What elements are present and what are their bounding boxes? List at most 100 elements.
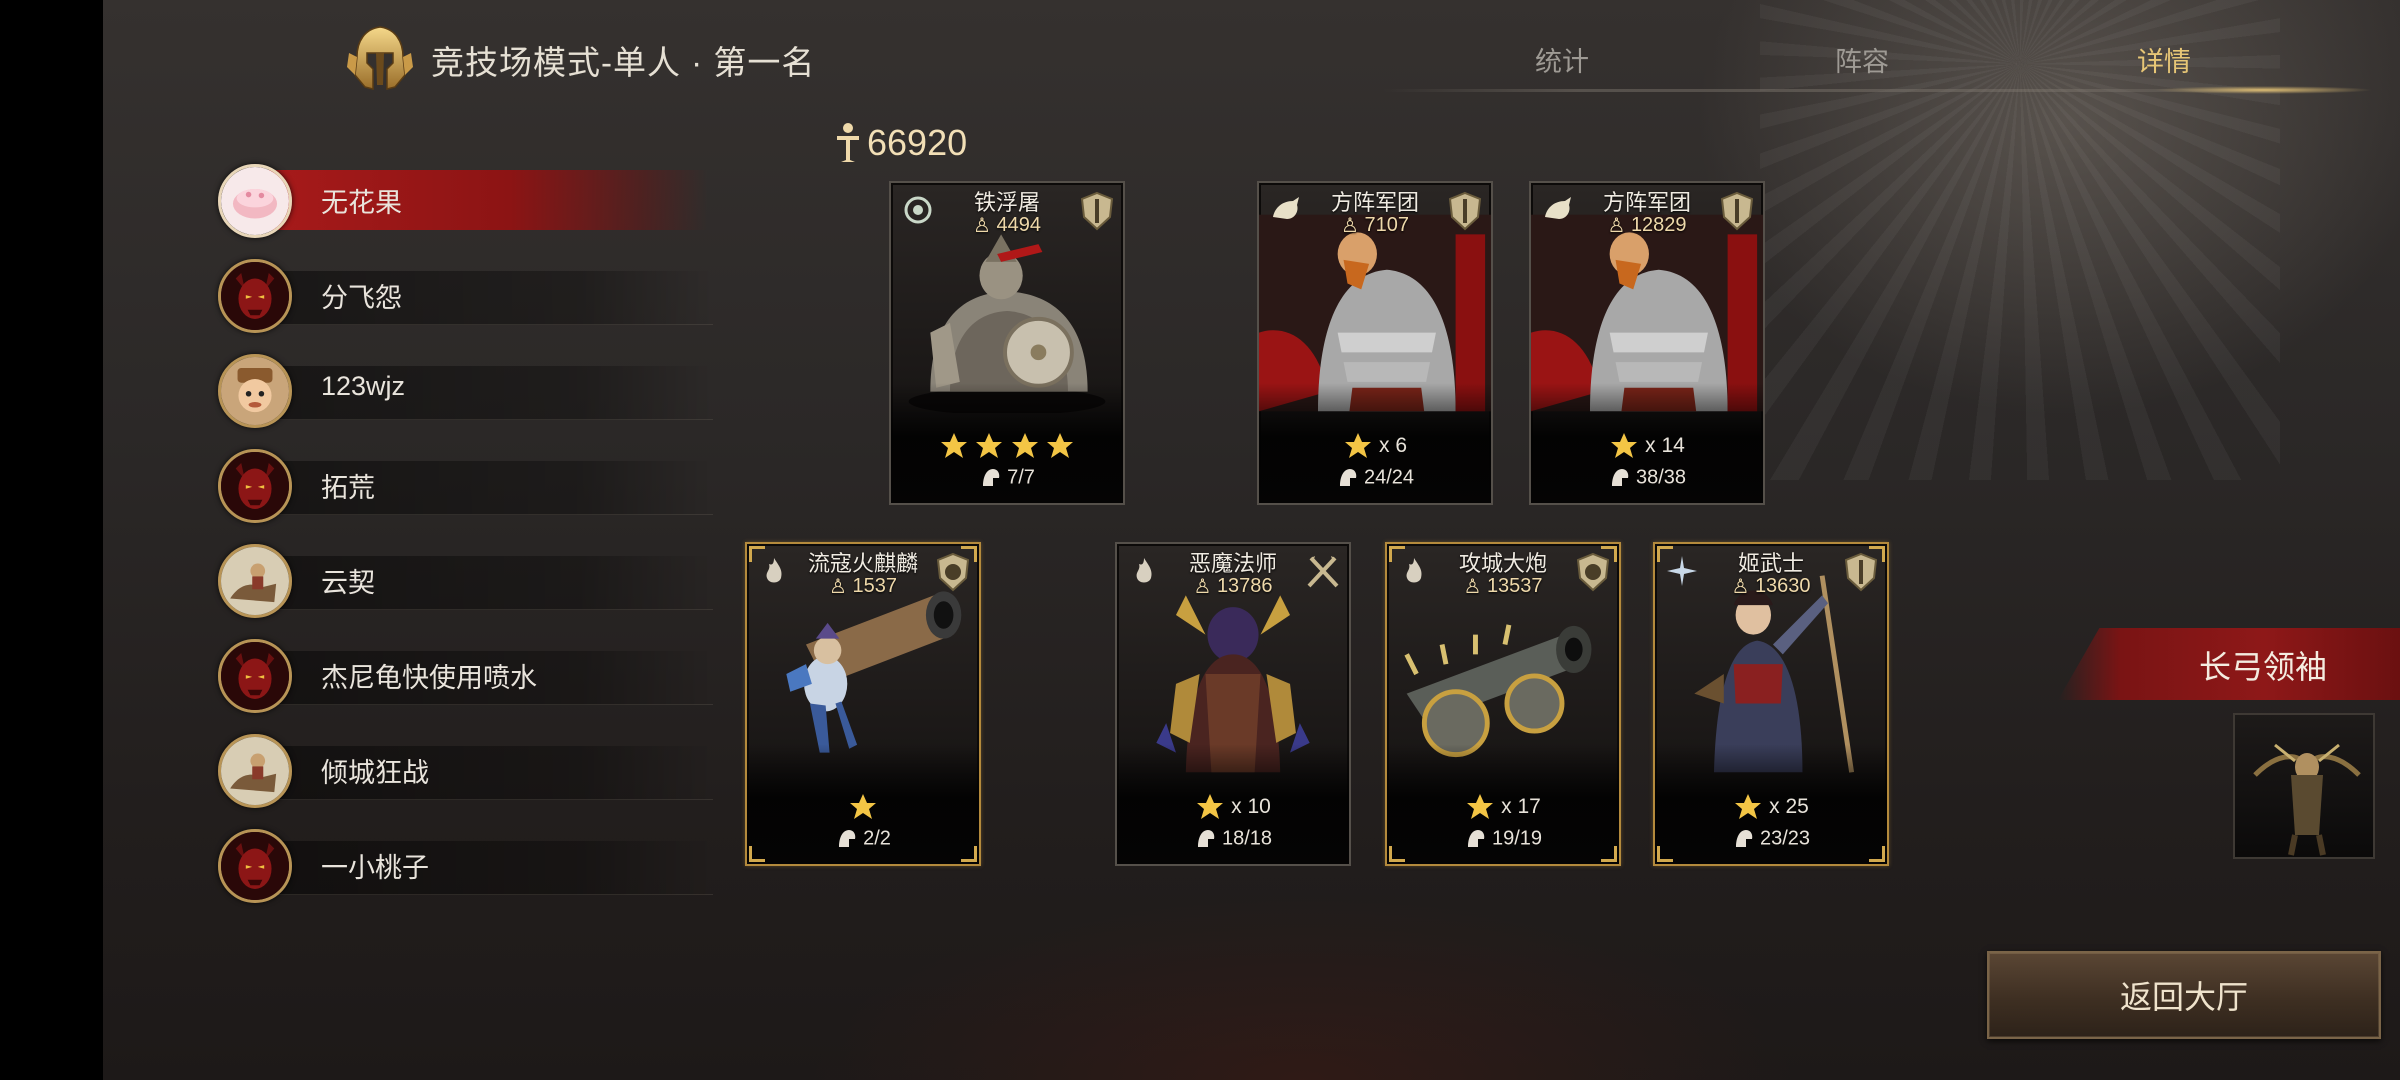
- unit-troops: 2/2: [747, 827, 979, 851]
- star-icon: [976, 433, 1003, 458]
- player-name: 123wjz: [321, 371, 406, 401]
- unit-stars: x 6: [1259, 431, 1491, 461]
- player-name: 拓荒: [321, 473, 375, 503]
- unit-power: ♙ 4494: [891, 213, 1123, 238]
- player-row-3[interactable]: 123wjz: [218, 348, 738, 428]
- unit-troops-value: 19/19: [1491, 827, 1543, 850]
- unit-stars: [891, 431, 1123, 461]
- unit-stars: x 25: [1655, 792, 1887, 822]
- star-icon: [850, 794, 876, 819]
- soldier-helmet-icon: [839, 830, 856, 847]
- unit-troops-value: 24/24: [1363, 466, 1415, 489]
- star-icon: [1197, 794, 1224, 819]
- soldier-helmet-icon: [983, 469, 1000, 486]
- unit-troops-value: 23/23: [1759, 827, 1811, 850]
- star-multiplier: x 10: [1231, 795, 1271, 818]
- unit-power-value: 4494: [996, 214, 1042, 236]
- player-name: 倾城狂战: [321, 758, 429, 788]
- total-power-value: 66920: [867, 122, 968, 163]
- player-row-5[interactable]: 云契: [218, 538, 738, 618]
- unit-troops-value: 7/7: [1007, 466, 1035, 489]
- player-row-4[interactable]: 拓荒: [218, 443, 738, 523]
- star-icon: [1611, 433, 1638, 458]
- page-title: 竞技场模式-单人 · 第一名: [431, 44, 816, 81]
- soldier-helmet-icon: [1611, 469, 1629, 486]
- unit-troops: 7/7: [891, 466, 1123, 490]
- unit-card-2[interactable]: 方阵军团 ♙ 7107 x 6 24/24: [1257, 181, 1493, 505]
- unit-troops: 38/38: [1531, 466, 1763, 490]
- unit-troops: 24/24: [1259, 466, 1491, 490]
- star-icon: [1011, 433, 1038, 458]
- power-icon: ♙: [829, 576, 847, 598]
- active-tab-indicator: [2153, 86, 2373, 94]
- unit-power: ♙ 12829: [1531, 213, 1763, 238]
- tab-details[interactable]: 详情: [2137, 40, 2191, 79]
- soldier-helmet-icon: [1197, 830, 1215, 847]
- avatar: [218, 449, 292, 523]
- power-icon: [837, 123, 859, 162]
- power-icon: ♙: [1731, 576, 1750, 598]
- avatar: [218, 829, 292, 903]
- soldier-helmet-icon: [1467, 830, 1485, 847]
- star-icon: [1344, 433, 1371, 458]
- player-row-7[interactable]: 倾城狂战: [218, 728, 738, 808]
- unit-power-value: 13786: [1216, 575, 1273, 597]
- unit-troops: 18/18: [1117, 827, 1349, 851]
- star-multiplier: x 6: [1378, 434, 1407, 457]
- unit-stars: [747, 792, 979, 822]
- unit-power-value: 12829: [1630, 214, 1687, 236]
- longbow-leader-art: [2253, 743, 2361, 856]
- unit-power-value: 1537: [852, 575, 898, 597]
- player-name: 云契: [321, 568, 375, 598]
- star-multiplier: x 14: [1645, 434, 1685, 457]
- player-name: 无花果: [321, 188, 402, 218]
- player-name: 一小桃子: [321, 853, 429, 883]
- soldier-helmet-icon: [1735, 830, 1753, 847]
- unit-power-value: 13630: [1754, 575, 1811, 597]
- star-icon: [1467, 794, 1494, 819]
- power-icon: ♙: [1463, 576, 1482, 598]
- star-icon: [1735, 794, 1762, 819]
- tab-lineup[interactable]: 阵容: [1835, 40, 1889, 79]
- unit-stars: x 17: [1387, 792, 1619, 822]
- unit-card-3[interactable]: 方阵军团 ♙ 12829 x 14 38/38: [1529, 181, 1765, 505]
- unit-power: ♙ 1537: [747, 574, 979, 599]
- total-power: 66920: [833, 122, 967, 164]
- unit-troops: 23/23: [1655, 827, 1887, 851]
- unit-card-5[interactable]: 恶魔法师 ♙ 13786 x 10 18/18: [1115, 542, 1351, 866]
- unit-card-4[interactable]: 流寇火麒麟 ♙ 1537 2/2: [745, 542, 981, 866]
- star-icon: [1047, 433, 1074, 458]
- unit-troops-value: 38/38: [1635, 466, 1687, 489]
- avatar: [218, 259, 292, 333]
- avatar: [218, 544, 292, 618]
- unit-power-value: 7107: [1364, 214, 1410, 236]
- unit-card-6[interactable]: 攻城大炮 ♙ 13537 x 17 19/19: [1385, 542, 1621, 866]
- unit-power-value: 13537: [1486, 575, 1543, 597]
- avatar: [218, 639, 292, 713]
- player-row-6[interactable]: 杰尼龟快使用喷水: [218, 633, 738, 713]
- unit-power: ♙ 13537: [1387, 574, 1619, 599]
- power-icon: ♙: [1607, 215, 1626, 237]
- star-icon: [940, 433, 967, 458]
- player-row-8[interactable]: 一小桃子: [218, 823, 738, 903]
- avatar: [218, 164, 292, 238]
- header: 竞技场模式-单人 · 第一名: [343, 20, 815, 100]
- player-name: 杰尼龟快使用喷水: [321, 663, 537, 693]
- power-icon: ♙: [973, 215, 991, 237]
- return-lobby-button[interactable]: 返回大厅: [1987, 951, 2381, 1039]
- unit-power: ♙ 7107: [1259, 213, 1491, 238]
- unit-stars: x 14: [1531, 431, 1763, 461]
- tab-stats[interactable]: 统计: [1535, 40, 1589, 79]
- unit-power: ♙ 13786: [1117, 574, 1349, 599]
- unit-card-7[interactable]: 姬武士 ♙ 13630 x 25 23/23: [1653, 542, 1889, 866]
- tab-bar: 统计 阵容 详情: [1383, 30, 2373, 94]
- player-name: 分飞怨: [321, 283, 402, 313]
- star-multiplier: x 17: [1501, 795, 1541, 818]
- unit-troops: 19/19: [1387, 827, 1619, 851]
- helmet-icon: [347, 26, 413, 90]
- leader-portrait[interactable]: [2233, 713, 2375, 859]
- unit-card-1[interactable]: 铁浮屠 ♙ 4494 7/7: [889, 181, 1125, 505]
- player-row-2[interactable]: 分飞怨: [218, 253, 738, 333]
- player-row-1[interactable]: 无花果: [218, 158, 738, 238]
- avatar: [218, 734, 292, 808]
